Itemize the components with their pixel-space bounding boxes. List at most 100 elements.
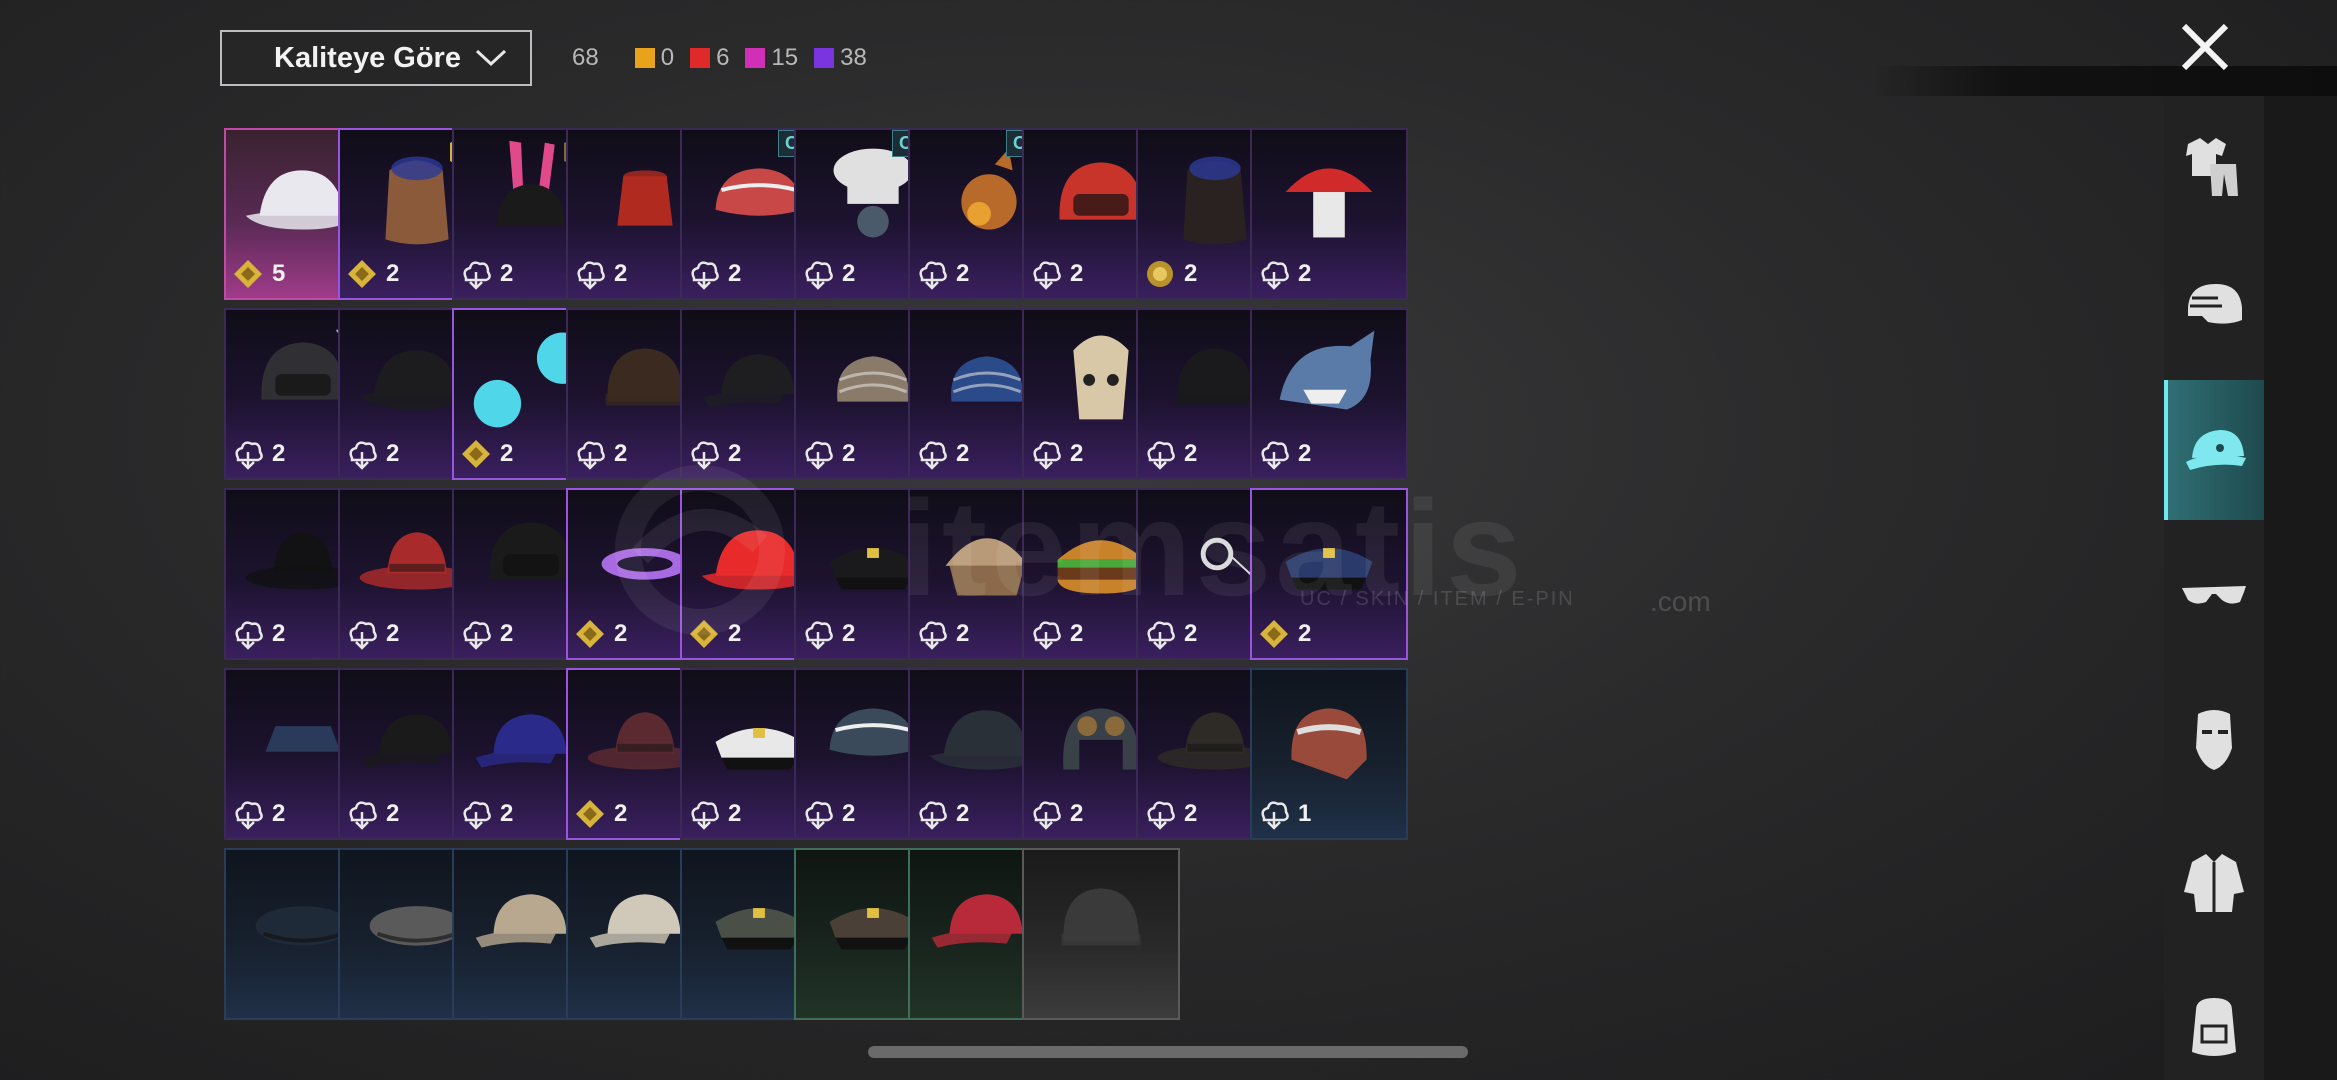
cloud-download-icon	[805, 261, 833, 290]
cloud-download-icon	[1033, 261, 1061, 290]
glasses-icon	[2182, 586, 2246, 604]
coupon-icon	[690, 620, 718, 648]
item-count-value: 2	[728, 620, 742, 647]
item-count: 2	[688, 258, 741, 290]
coupon-icon	[576, 800, 604, 828]
sort-dropdown-label: Kaliteye Göre	[274, 41, 461, 74]
item-count: 2	[916, 258, 969, 290]
sidebar-edge	[2264, 96, 2337, 1080]
item-count-value: 2	[842, 620, 856, 647]
cloud-download-icon	[1033, 801, 1061, 830]
item-count-value: 2	[1184, 620, 1198, 647]
inventory-item[interactable]: 2	[1250, 308, 1408, 480]
item-count: 2	[346, 618, 399, 650]
close-icon	[2181, 23, 2229, 71]
cloud-download-icon	[1033, 621, 1061, 650]
item-count-value: 2	[842, 260, 856, 287]
item-count: 2	[688, 618, 741, 650]
cloud-download-icon	[691, 801, 719, 830]
item-count-value: 2	[728, 440, 742, 467]
item-count-value: 2	[386, 800, 400, 827]
item-count: 5	[232, 258, 285, 290]
mythic-swatch	[690, 48, 711, 68]
category-sidebar	[2164, 96, 2264, 1080]
item-count-value: 1	[1298, 800, 1312, 827]
item-count: 2	[1258, 438, 1311, 470]
item-count: 2	[574, 438, 627, 470]
coupon-icon	[462, 440, 490, 468]
category-jacket[interactable]	[2164, 812, 2264, 952]
pink-count: 15	[745, 44, 798, 72]
top-rail	[1870, 66, 2337, 96]
cloud-download-icon	[1147, 801, 1175, 830]
coupon-icon	[576, 620, 604, 648]
close-button[interactable]	[2178, 20, 2232, 74]
item-count: 2	[1030, 798, 1083, 830]
rarity-summary: 68 0 6 15 38	[572, 40, 883, 76]
item-count-value: 2	[1184, 440, 1198, 467]
category-hat[interactable]	[2164, 380, 2264, 520]
cloud-download-icon	[577, 261, 605, 290]
item-count-value: 2	[842, 440, 856, 467]
item-count-value: 2	[1070, 800, 1084, 827]
item-count: 2	[802, 438, 855, 470]
item-count-value: 5	[272, 260, 286, 287]
item-count-value: 2	[842, 800, 856, 827]
item-count-value: 2	[1184, 800, 1198, 827]
medal-icon	[1147, 261, 1173, 287]
category-backpack[interactable]	[2164, 956, 2264, 1080]
item-beanie-icon	[1061, 888, 1141, 946]
item-count: 2	[460, 438, 513, 470]
cloud-download-icon	[805, 801, 833, 830]
item-count: 2	[460, 798, 513, 830]
cloud-download-icon	[805, 621, 833, 650]
pink-swatch	[745, 48, 766, 68]
helmet-icon	[2188, 284, 2242, 324]
item-count: 2	[232, 798, 285, 830]
cloud-download-icon	[235, 441, 263, 470]
item-count: 2	[1144, 618, 1197, 650]
item-count: 2	[802, 798, 855, 830]
cloud-download-icon	[349, 441, 377, 470]
cloud-download-icon	[691, 441, 719, 470]
item-count: 2	[1258, 618, 1311, 650]
item-count: 2	[574, 798, 627, 830]
home-indicator[interactable]	[868, 1046, 1468, 1058]
mythic-count-value: 6	[716, 44, 730, 71]
outfit-icon	[2186, 138, 2238, 196]
item-count-value: 2	[500, 800, 514, 827]
item-count: 2	[916, 618, 969, 650]
inventory-item[interactable]: 1	[1250, 668, 1408, 840]
category-outfit[interactable]	[2164, 96, 2264, 236]
legendary-swatch	[634, 48, 655, 68]
item-peaked-icon	[1285, 548, 1373, 590]
cloud-download-icon	[805, 441, 833, 470]
item-count: 2	[802, 258, 855, 290]
inventory-item[interactable]	[1022, 848, 1180, 1020]
category-helmet[interactable]	[2164, 236, 2264, 376]
item-count: 2	[1144, 258, 1197, 290]
category-mask[interactable]	[2164, 668, 2264, 808]
item-count-value: 2	[272, 620, 286, 647]
category-glasses[interactable]	[2164, 524, 2264, 664]
inventory-item[interactable]: 2	[1250, 128, 1408, 300]
item-count: 2	[574, 618, 627, 650]
item-count-value: 2	[1070, 440, 1084, 467]
cloud-download-icon	[919, 801, 947, 830]
item-count-value: 2	[728, 800, 742, 827]
item-count-value: 2	[386, 440, 400, 467]
item-count: 2	[460, 618, 513, 650]
item-count-value: 2	[614, 620, 628, 647]
inventory-item[interactable]: 2	[1250, 488, 1408, 660]
cloud-download-icon	[349, 801, 377, 830]
item-count-value: 2	[500, 260, 514, 287]
item-count: 2	[346, 438, 399, 470]
epic-count: 38	[814, 44, 867, 72]
total-count: 68	[572, 44, 599, 71]
epic-swatch	[814, 48, 835, 68]
item-count: 2	[232, 618, 285, 650]
item-count-value: 2	[1298, 260, 1312, 287]
sort-dropdown[interactable]: Kaliteye Göre	[220, 30, 532, 86]
item-count-value: 2	[614, 260, 628, 287]
item-count: 2	[1030, 258, 1083, 290]
